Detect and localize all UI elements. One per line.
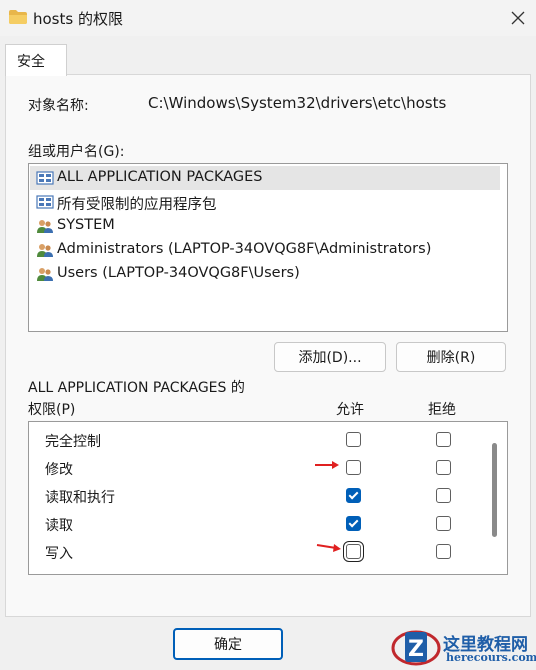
list-item-label: Users (LAPTOP-34OVQG8F\Users) <box>57 265 300 281</box>
watermark-emblem-icon: Z <box>391 630 441 666</box>
allow-checkbox[interactable] <box>346 460 361 475</box>
list-item[interactable]: Administrators (LAPTOP-34OVQG8F\Administ… <box>30 238 500 262</box>
allow-checkbox[interactable] <box>346 516 361 531</box>
allow-checkbox[interactable] <box>343 541 364 562</box>
deny-checkbox[interactable] <box>436 488 451 503</box>
users-icon <box>37 268 53 281</box>
add-button[interactable]: 添加(D)... <box>274 342 386 372</box>
list-item-label: 所有受限制的应用程序包 <box>57 197 217 213</box>
permissions-list[interactable]: 完全控制 修改 读取和执行 读取 写入 <box>28 421 508 575</box>
permission-row: 完全控制 <box>29 426 489 454</box>
deny-checkbox[interactable] <box>436 516 451 531</box>
object-name-value: C:\Windows\System32\drivers\etc\hosts <box>148 94 447 112</box>
allow-checkbox[interactable] <box>346 488 361 503</box>
list-item[interactable]: ALL APPLICATION PACKAGES <box>30 166 500 190</box>
groups-listbox[interactable]: ALL APPLICATION PACKAGES 所有受限制的应用程序包 SYS… <box>28 163 508 332</box>
annotation-arrow-icon <box>315 461 339 469</box>
groups-label: 组或用户名(G): <box>28 144 125 160</box>
allow-checkbox[interactable] <box>346 432 361 447</box>
svg-text:Z: Z <box>408 637 424 662</box>
list-item[interactable]: 所有受限制的应用程序包 <box>30 190 500 214</box>
object-name-label: 对象名称: <box>28 98 89 114</box>
permissions-title: ALL APPLICATION PACKAGES 的 <box>28 380 245 396</box>
users-icon <box>37 220 53 233</box>
permission-name: 修改 <box>45 462 73 478</box>
permission-row: 读取和执行 <box>29 482 489 510</box>
folder-icon <box>9 10 27 24</box>
tab-security-label: 安全 <box>17 54 45 70</box>
permission-name: 读取 <box>45 518 73 534</box>
users-icon <box>37 244 53 257</box>
close-button[interactable] <box>500 0 536 36</box>
deny-column-header: 拒绝 <box>428 402 456 418</box>
list-item-label: ALL APPLICATION PACKAGES <box>57 169 263 185</box>
list-item-label: SYSTEM <box>57 217 115 233</box>
permissions-scrollbar[interactable] <box>492 443 497 537</box>
permission-row: 写入 <box>29 538 489 566</box>
permission-name: 读取和执行 <box>45 490 115 506</box>
watermark-subtext: herecours.com <box>446 651 536 664</box>
remove-button[interactable]: 删除(R) <box>396 342 506 372</box>
deny-checkbox[interactable] <box>436 460 451 475</box>
list-item[interactable]: Users (LAPTOP-34OVQG8F\Users) <box>30 262 500 286</box>
annotation-arrow-icon <box>316 544 341 552</box>
permission-row: 读取 <box>29 510 489 538</box>
deny-checkbox[interactable] <box>436 544 451 559</box>
ok-button[interactable]: 确定 <box>173 628 283 660</box>
tab-security[interactable]: 安全 <box>5 44 67 76</box>
deny-checkbox[interactable] <box>436 432 451 447</box>
package-group-icon <box>36 171 54 185</box>
allow-column-header: 允许 <box>336 402 364 418</box>
watermark-logo: Z 这里教程网 herecours.com <box>388 624 536 670</box>
package-group-icon <box>36 195 54 209</box>
permission-row: 修改 <box>29 454 489 482</box>
list-item[interactable]: SYSTEM <box>30 214 500 238</box>
title-bar: hosts 的权限 <box>0 0 536 36</box>
window-title: hosts 的权限 <box>33 10 123 28</box>
close-icon <box>511 11 525 25</box>
list-item-label: Administrators (LAPTOP-34OVQG8F\Administ… <box>57 241 432 257</box>
permission-name: 完全控制 <box>45 434 101 450</box>
permissions-subtitle: 权限(P) <box>28 402 76 418</box>
permission-name: 写入 <box>45 546 73 562</box>
